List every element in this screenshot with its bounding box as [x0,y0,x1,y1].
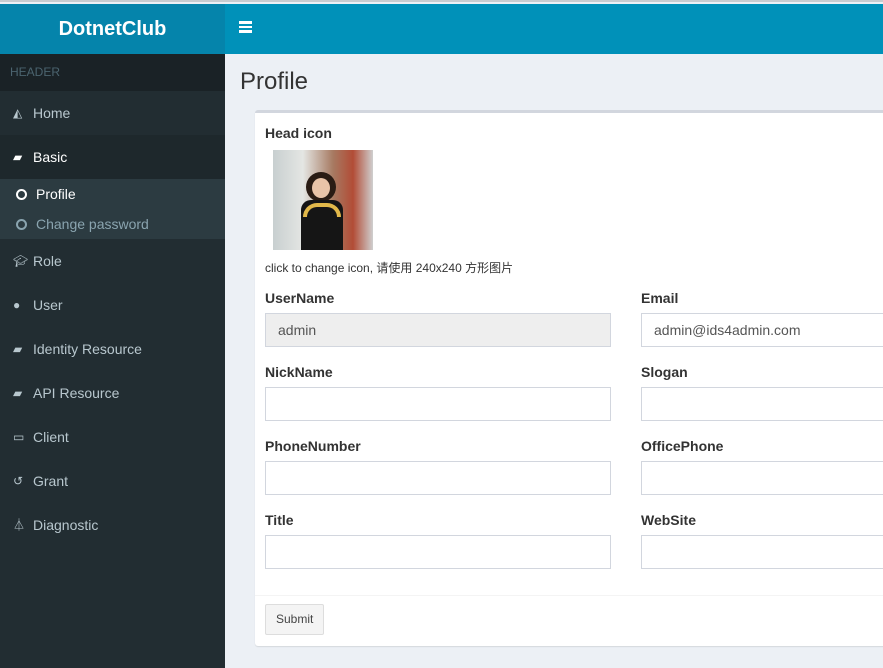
desktop-icon: ▭ [13,430,25,444]
area-chart-icon: ◭ [13,106,23,120]
book-icon: ▰ [13,342,23,356]
sidebar-item-label: Change password [36,216,149,232]
username-label: UserName [265,290,335,306]
sidebar-item-grant[interactable]: ↺ Grant [0,459,225,503]
app-logo[interactable]: DotnetClub [0,4,225,54]
history-icon: ↺ [13,474,24,488]
sidebar-item-change-password[interactable]: Change password [0,209,225,239]
book-icon: ▰ [13,386,23,400]
graduation-cap-icon: 🎓︎ [13,254,29,268]
main-content: Profile Head icon click to change icon, … [225,54,883,668]
sidebar-item-label: Home [33,105,71,121]
website-label: WebSite [641,512,696,528]
sidebar-item-label: Grant [33,473,69,489]
sidebar-item-label: API Resource [33,385,120,401]
flask-icon: ⏃ [13,518,26,532]
sidebar-item-profile[interactable]: Profile [0,179,225,209]
circle-icon [16,188,27,200]
phone-field[interactable] [265,461,611,495]
menu-toggle-icon[interactable] [239,21,252,35]
slogan-field[interactable] [641,387,883,421]
email-label: Email [641,290,679,306]
phone-label: PhoneNumber [265,438,361,454]
head-icon-label: Head icon [265,125,332,141]
nickname-label: NickName [265,364,333,380]
sidebar-item-label: User [33,297,63,313]
sidebar-item-label: Profile [36,186,76,202]
title-field[interactable] [265,535,611,569]
sidebar-item-user[interactable]: ● User [0,283,225,327]
sidebar-item-identity-resource[interactable]: ▰ Identity Resource [0,327,225,371]
circle-icon [16,218,27,230]
avatar-image[interactable] [273,150,373,250]
website-field[interactable] [641,535,883,569]
avatar-hint: click to change icon, 请使用 240x240 方形图片 [265,261,514,275]
sidebar-header: HEADER [0,54,225,91]
book-icon: ▰ [13,150,23,164]
page-title: Profile [240,68,309,95]
box-footer-divider [255,595,883,596]
sidebar-item-role[interactable]: 🎓︎ Role [0,239,225,283]
user-icon: ● [13,298,21,312]
sidebar-item-label: Diagnostic [33,517,99,533]
sidebar-item-basic[interactable]: ▰ Basic [0,135,225,179]
officephone-field[interactable] [641,461,883,495]
title-label: Title [265,512,294,528]
sidebar-item-diagnostic[interactable]: ⏃ Diagnostic [0,503,225,547]
slogan-label: Slogan [641,364,688,380]
sidebar-item-label: Role [33,253,62,269]
submit-button[interactable]: Submit [265,604,325,635]
profile-form-box: Head icon click to change icon, 请使用 240x… [255,110,883,646]
email-field[interactable]: admin@ids4admin.com [641,313,883,347]
sidebar-item-label: Identity Resource [33,341,142,357]
username-field[interactable]: admin [265,313,611,347]
top-navbar [225,4,883,54]
sidebar-item-client[interactable]: ▭ Client [0,415,225,459]
sidebar-item-label: Basic [33,149,68,165]
nickname-field[interactable] [265,387,611,421]
sidebar-item-label: Client [33,429,69,445]
sidebar-item-api-resource[interactable]: ▰ API Resource [0,371,225,415]
officephone-label: OfficePhone [641,438,724,454]
sidebar-item-home[interactable]: ◭ Home [0,91,225,135]
sidebar: HEADER ◭ Home ▰ Basic Profile Change passw… [0,54,225,668]
basic-submenu: Profile Change password [0,179,225,239]
